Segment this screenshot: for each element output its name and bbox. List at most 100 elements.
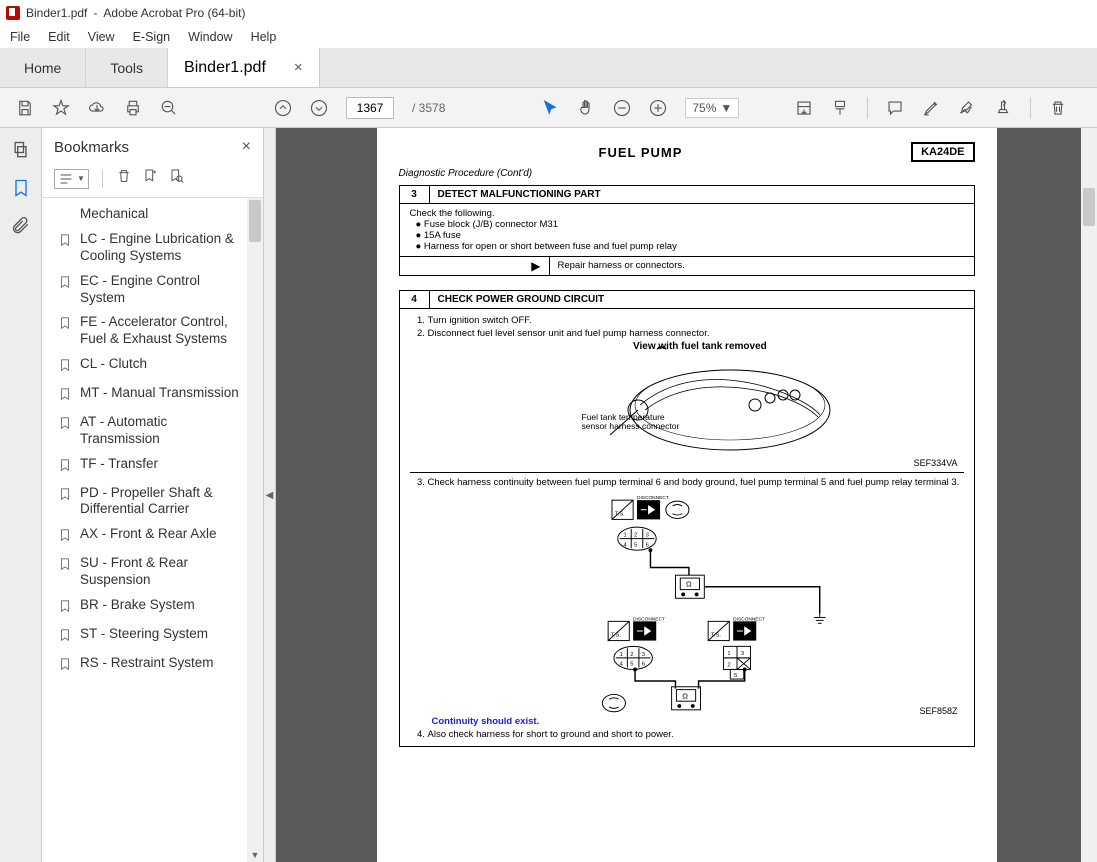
bookmark-item[interactable]: LC - Engine Lubrication & Cooling System… bbox=[46, 227, 247, 269]
bookmark-item[interactable]: FE - Accelerator Control, Fuel & Exhaust… bbox=[46, 310, 247, 352]
svg-text:1: 1 bbox=[623, 533, 626, 539]
svg-text:4: 4 bbox=[619, 662, 623, 668]
page-down-icon[interactable] bbox=[310, 99, 328, 117]
bookmark-item[interactable]: EC - Engine Control System bbox=[46, 269, 247, 311]
scroll-thumb[interactable] bbox=[249, 200, 261, 242]
bookmark-item[interactable]: AT - Automatic Transmission bbox=[46, 410, 247, 452]
pointer-icon[interactable] bbox=[541, 99, 559, 117]
menu-bar: File Edit View E-Sign Window Help bbox=[0, 26, 1097, 48]
side-rail bbox=[0, 128, 42, 862]
bookmark-icon bbox=[58, 487, 72, 506]
box4-label: CHECK POWER GROUND CIRCUIT bbox=[430, 291, 613, 308]
svg-text:2: 2 bbox=[630, 652, 633, 658]
svg-text:DISCONNECT: DISCONNECT bbox=[636, 495, 668, 501]
tab-tools[interactable]: Tools bbox=[86, 48, 168, 87]
zoom-select[interactable]: 75%▼ bbox=[685, 98, 739, 118]
bookmark-item[interactable]: Mechanical bbox=[46, 202, 247, 227]
bookmark-icon bbox=[58, 387, 72, 406]
bookmark-icon bbox=[58, 233, 72, 252]
svg-text:5: 5 bbox=[634, 542, 637, 548]
box4-step4: Also check harness for short to ground a… bbox=[428, 729, 964, 740]
figure-part-label: Fuel tank temperature sensor harness con… bbox=[582, 413, 680, 432]
bookmark-item[interactable]: MT - Manual Transmission bbox=[46, 381, 247, 410]
engine-code-badge: KA24DE bbox=[911, 142, 974, 162]
box3-label: DETECT MALFUNCTIONING PART bbox=[430, 186, 609, 203]
stamp-icon[interactable] bbox=[994, 99, 1012, 117]
print-icon[interactable] bbox=[124, 99, 142, 117]
bookmark-item[interactable]: CL - Clutch bbox=[46, 352, 247, 381]
bookmark-item[interactable]: PD - Propeller Shaft & Differential Carr… bbox=[46, 481, 247, 523]
bookmark-item[interactable]: SU - Front & Rear Suspension bbox=[46, 551, 247, 593]
procedure-subtitle: Diagnostic Procedure (Cont'd) bbox=[399, 168, 975, 179]
save-icon[interactable] bbox=[16, 99, 34, 117]
page-total-label: / 3578 bbox=[412, 101, 445, 115]
box3-number: 3 bbox=[400, 186, 430, 203]
svg-text:T.S.: T.S. bbox=[614, 512, 624, 518]
svg-text:Ω: Ω bbox=[686, 580, 692, 589]
bookmark-item[interactable]: BR - Brake System bbox=[46, 593, 247, 622]
star-icon[interactable] bbox=[52, 99, 70, 117]
menu-esign[interactable]: E-Sign bbox=[133, 30, 171, 44]
figure-continuity-diagram: T.S. DISCONNECT 1 2 3 4 5 bbox=[410, 490, 964, 720]
tank-illustration bbox=[580, 355, 840, 455]
page-up-icon[interactable] bbox=[274, 99, 292, 117]
menu-view[interactable]: View bbox=[88, 30, 115, 44]
scroll-down-icon[interactable]: ▼ bbox=[247, 848, 263, 862]
svg-text:3: 3 bbox=[740, 651, 743, 657]
sign-icon[interactable] bbox=[958, 99, 976, 117]
attachments-icon[interactable] bbox=[11, 216, 31, 236]
window-title-app: Adobe Acrobat Pro (64-bit) bbox=[103, 6, 245, 20]
bookmark-item[interactable]: ST - Steering System bbox=[46, 622, 247, 651]
comment-icon[interactable] bbox=[886, 99, 904, 117]
bookmark-icon bbox=[58, 416, 72, 435]
menu-window[interactable]: Window bbox=[188, 30, 232, 44]
svg-text:6: 6 bbox=[645, 542, 648, 548]
find-bookmark-icon[interactable] bbox=[168, 168, 184, 189]
bookmark-item[interactable]: AX - Front & Rear Axle bbox=[46, 522, 247, 551]
bookmark-options-icon[interactable]: ▼ bbox=[54, 169, 89, 189]
svg-text:T.S.: T.S. bbox=[711, 633, 721, 639]
bookmark-item[interactable]: TF - Transfer bbox=[46, 452, 247, 481]
delete-icon[interactable] bbox=[1049, 99, 1067, 117]
close-panel-icon[interactable]: × bbox=[242, 138, 251, 156]
tab-home[interactable]: Home bbox=[0, 48, 86, 87]
bookmark-icon bbox=[58, 275, 72, 294]
fit-width-icon[interactable] bbox=[795, 99, 813, 117]
tab-document-active[interactable]: Binder1.pdf × bbox=[168, 48, 320, 87]
cloud-icon[interactable] bbox=[88, 99, 106, 117]
svg-text:1: 1 bbox=[619, 652, 622, 658]
document-viewport[interactable]: FUEL PUMP KA24DE Diagnostic Procedure (C… bbox=[276, 128, 1097, 862]
document-tabbar: Home Tools Binder1.pdf × bbox=[0, 48, 1097, 88]
svg-text:6: 6 bbox=[641, 662, 644, 668]
menu-file[interactable]: File bbox=[10, 30, 30, 44]
menu-help[interactable]: Help bbox=[251, 30, 277, 44]
box4-step1: Turn ignition switch OFF. bbox=[428, 315, 964, 326]
bookmark-scrollbar[interactable]: ▲ ▼ bbox=[247, 198, 263, 862]
document-scrollbar[interactable] bbox=[1081, 128, 1097, 862]
highlight-icon[interactable] bbox=[922, 99, 940, 117]
close-tab-icon[interactable]: × bbox=[294, 59, 303, 76]
zoom-in-icon[interactable] bbox=[649, 99, 667, 117]
delete-bookmark-icon[interactable] bbox=[116, 168, 132, 189]
page-number-input[interactable] bbox=[346, 97, 394, 119]
bookmark-icon bbox=[58, 358, 72, 377]
bookmarks-rail-icon[interactable] bbox=[11, 178, 31, 198]
collapse-pane-handle[interactable]: ◀ bbox=[264, 128, 276, 862]
bookmark-item[interactable]: RS - Restraint System bbox=[46, 651, 247, 680]
diagnostic-box-3: 3 DETECT MALFUNCTIONING PART Check the f… bbox=[399, 185, 975, 276]
tab-document-label: Binder1.pdf bbox=[184, 59, 266, 77]
zoom-out-icon[interactable] bbox=[613, 99, 631, 117]
box4-step2: Disconnect fuel level sensor unit and fu… bbox=[428, 328, 964, 339]
main-toolbar: / 3578 75%▼ bbox=[0, 88, 1097, 128]
scroll-thumb[interactable] bbox=[1083, 188, 1095, 226]
thumbnails-icon[interactable] bbox=[11, 140, 31, 160]
pdf-file-icon bbox=[6, 6, 20, 20]
zoom-out-magnify-icon[interactable] bbox=[160, 99, 178, 117]
bookmark-icon bbox=[58, 557, 72, 576]
add-bookmark-icon[interactable] bbox=[142, 168, 158, 189]
box3-item: 15A fuse bbox=[416, 230, 964, 241]
hand-icon[interactable] bbox=[577, 99, 595, 117]
chevron-down-icon: ▼ bbox=[720, 101, 732, 115]
fit-page-icon[interactable] bbox=[831, 99, 849, 117]
menu-edit[interactable]: Edit bbox=[48, 30, 70, 44]
